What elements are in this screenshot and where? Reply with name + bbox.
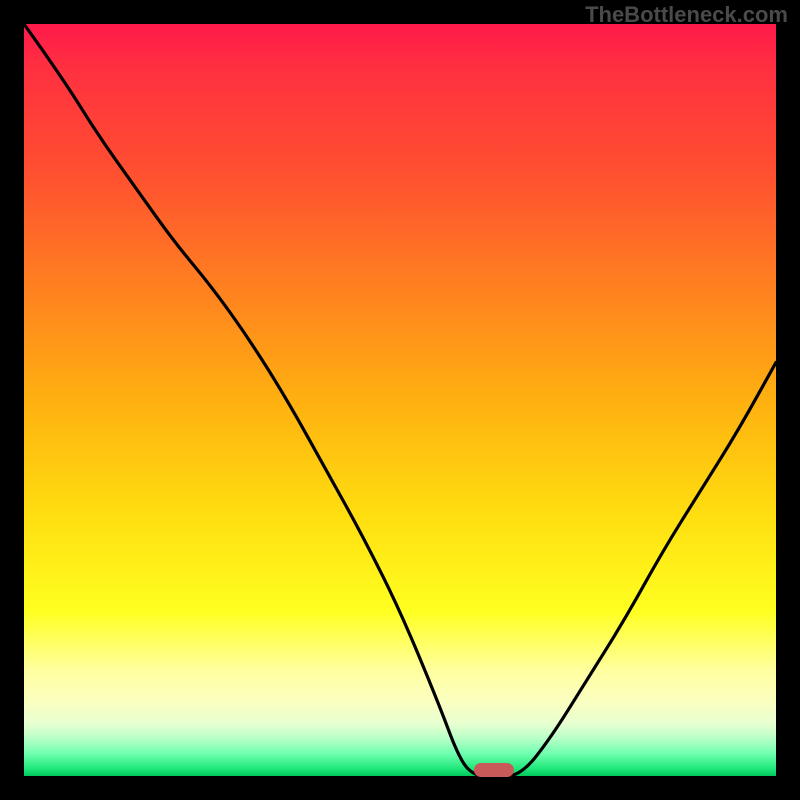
- plot-frame: [24, 24, 776, 776]
- bottleneck-curve: [24, 24, 776, 776]
- optimum-marker: [474, 763, 514, 777]
- curve-path: [24, 24, 776, 776]
- attribution-text: TheBottleneck.com: [585, 2, 788, 28]
